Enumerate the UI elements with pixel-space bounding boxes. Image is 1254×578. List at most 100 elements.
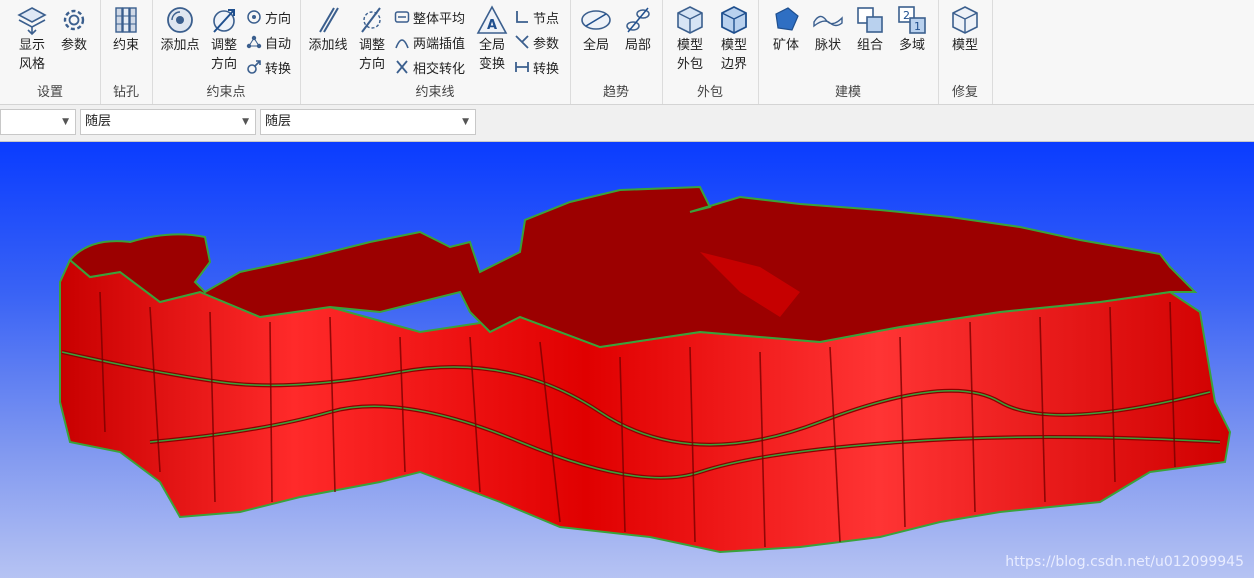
geological-model <box>59 185 1232 554</box>
cube-envelope-icon <box>677 6 703 34</box>
trend-global-label: 全局 <box>582 38 609 53</box>
line-param-button[interactable]: 参数 <box>514 31 559 53</box>
point-auto-label: 自动 <box>265 36 292 52</box>
group-settings: 显示 风格 参数 设置 <box>0 0 101 104</box>
global-transform-button[interactable]: A 全局 变换 <box>470 4 514 74</box>
group-modeling: 矿体 脉状 组合 2 1 多域 建模 <box>758 0 939 104</box>
line-convert-label: 转换 <box>533 61 560 77</box>
group-constraint-line: 添加线 调整 方向 整体平均 两端插值 相交转化 A 全局 变换 节点 参数 转… <box>300 0 571 104</box>
line-param-label: 参数 <box>533 36 560 52</box>
svg-text:1: 1 <box>914 20 921 33</box>
adjust-direction-line-label: 调整 方向 <box>358 38 385 72</box>
intersect-convert-label: 相交转化 <box>413 61 466 77</box>
intersect-convert-button[interactable]: 相交转化 <box>394 56 465 78</box>
point-convert-label: 转换 <box>265 61 292 77</box>
combine-icon <box>857 7 883 33</box>
line-node-button[interactable]: 节点 <box>514 6 559 28</box>
drill-constraint-button[interactable]: 约束 <box>104 4 148 55</box>
group-label-constraint-line: 约束线 <box>415 85 455 100</box>
multidomain-button[interactable]: 2 1 多域 <box>890 4 934 55</box>
chevron-down-icon: ▼ <box>242 117 249 127</box>
display-style-button[interactable]: 显示 风格 <box>10 4 54 74</box>
model-boundary-button[interactable]: 模型 边界 <box>712 4 756 74</box>
display-style-label: 显示 风格 <box>18 38 45 72</box>
add-line-button[interactable]: 添加线 <box>306 4 350 55</box>
drill-constraint-label: 约束 <box>112 38 139 53</box>
line-convert-icon <box>515 62 529 72</box>
combine-label: 组合 <box>856 38 883 53</box>
group-label-modeling: 建模 <box>834 85 861 100</box>
group-envelope: 模型 外包 模型 边界 外包 <box>662 0 759 104</box>
ribbon: 显示 风格 参数 设置 约束 钻孔 添加点 调整 方向 方向 自动 转换 约束点… <box>0 0 1254 105</box>
two-end-interp-label: 两端插值 <box>413 36 466 52</box>
vein-icon <box>813 15 843 28</box>
group-label-repair: 修复 <box>951 85 978 100</box>
orebody-icon <box>775 7 799 31</box>
group-label-trend: 趋势 <box>602 85 629 100</box>
overall-average-label: 整体平均 <box>413 11 466 27</box>
linetype-combo[interactable]: 随层 ▼ <box>260 109 476 135</box>
param-icon <box>515 35 529 49</box>
adjust-direction-point-button[interactable]: 调整 方向 <box>202 4 246 74</box>
auto-nodes-icon <box>246 35 262 49</box>
orebody-button[interactable]: 矿体 <box>764 4 808 55</box>
adjust-line-icon <box>361 7 381 33</box>
point-direction-button[interactable]: 方向 <box>246 6 291 28</box>
color-combo[interactable]: 随层 ▼ <box>80 109 256 135</box>
model-envelope-button[interactable]: 模型 外包 <box>668 4 712 74</box>
multidomain-label: 多域 <box>898 38 925 53</box>
chevron-down-icon: ▼ <box>62 117 69 127</box>
drill-columns-icon <box>115 7 137 33</box>
group-repair: 模型 修复 <box>938 0 993 104</box>
model-boundary-label: 模型 边界 <box>720 38 747 72</box>
settings-params-button[interactable]: 参数 <box>52 4 96 55</box>
node-icon <box>516 11 528 23</box>
linetype-combo-value: 随层 <box>265 114 292 129</box>
group-label-constraint-point: 约束点 <box>206 85 246 100</box>
transform-a-icon: A <box>476 5 508 34</box>
group-label-settings: 设置 <box>36 85 63 100</box>
cube-boundary-icon <box>721 5 747 35</box>
orebody-label: 矿体 <box>772 38 799 53</box>
overall-average-button[interactable]: 整体平均 <box>394 6 465 28</box>
adjust-direction-point-label: 调整 方向 <box>210 38 237 72</box>
vein-button[interactable]: 脉状 <box>806 4 850 55</box>
cube-repair-icon <box>952 6 978 34</box>
line-node-label: 节点 <box>533 11 560 27</box>
3d-viewport[interactable]: https://blog.csdn.net/u012099945 <box>0 142 1254 578</box>
local-trend-icon <box>626 7 650 33</box>
settings-params-label: 参数 <box>60 38 87 53</box>
combine-button[interactable]: 组合 <box>848 4 892 55</box>
trend-global-button[interactable]: 全局 <box>574 4 618 55</box>
interpolate-icon <box>395 39 409 49</box>
ellipse-trend-icon <box>581 10 611 30</box>
trend-local-label: 局部 <box>624 38 651 53</box>
two-end-interp-button[interactable]: 两端插值 <box>394 31 465 53</box>
compass-icon <box>247 10 261 24</box>
line-convert-button[interactable]: 转换 <box>514 56 559 78</box>
group-trend: 全局 局部 趋势 <box>570 0 663 104</box>
intersect-icon <box>396 60 408 74</box>
vein-label: 脉状 <box>814 38 841 53</box>
svg-text:2: 2 <box>903 9 910 22</box>
add-point-button[interactable]: 添加点 <box>158 4 202 55</box>
color-combo-value: 随层 <box>85 114 112 129</box>
multidomain-icon: 2 1 <box>898 6 926 34</box>
group-drill: 约束 钻孔 <box>100 0 153 104</box>
trend-local-button[interactable]: 局部 <box>616 4 660 55</box>
adjust-direction-line-button[interactable]: 调整 方向 <box>350 4 394 74</box>
layer-combo[interactable]: ▼ <box>0 109 76 135</box>
point-auto-button[interactable]: 自动 <box>246 31 291 53</box>
point-convert-button[interactable]: 转换 <box>246 56 291 78</box>
direction-disc-icon <box>213 9 235 33</box>
repair-model-button[interactable]: 模型 <box>943 4 987 55</box>
convert-point-icon <box>247 60 261 74</box>
add-point-label: 添加点 <box>160 38 200 53</box>
add-line-label: 添加线 <box>308 38 348 53</box>
point-direction-label: 方向 <box>265 11 292 27</box>
global-transform-label: 全局 变换 <box>478 38 505 72</box>
watermark-text: https://blog.csdn.net/u012099945 <box>1005 554 1244 570</box>
disc-point-icon <box>167 7 193 33</box>
group-constraint-point: 添加点 调整 方向 方向 自动 转换 约束点 <box>152 0 301 104</box>
average-icon <box>394 11 410 23</box>
